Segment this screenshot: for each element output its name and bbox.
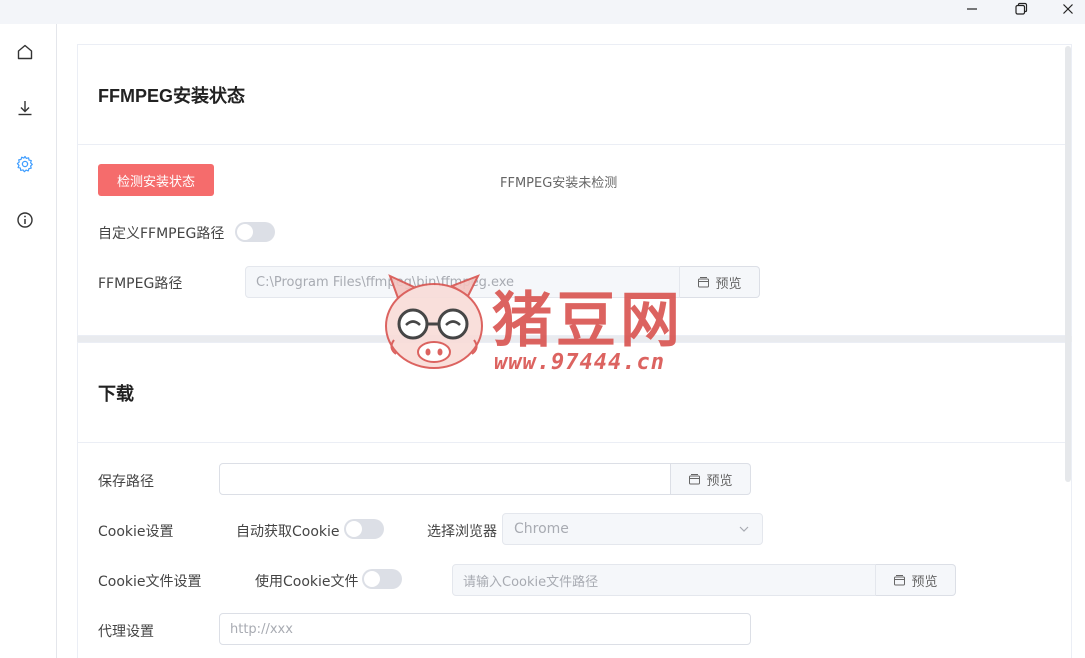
download-icon[interactable] — [14, 97, 36, 119]
folder-icon — [698, 276, 710, 287]
restore-icon[interactable] — [1001, 0, 1041, 18]
browser-select-label: 选择浏览器 — [427, 524, 497, 540]
close-icon[interactable] — [1048, 0, 1085, 18]
cookie-file-label: Cookie文件设置 — [98, 574, 202, 590]
use-cookie-file-label: 使用Cookie文件 — [255, 574, 359, 590]
proxy-input[interactable]: http://xxx — [219, 613, 751, 645]
cookie-browse-button[interactable]: 预览 — [876, 564, 956, 596]
save-path-group: 预览 — [219, 463, 751, 495]
info-icon[interactable] — [14, 209, 36, 231]
auto-cookie-label: 自动获取Cookie — [236, 524, 340, 540]
use-cookie-file-switch[interactable] — [362, 569, 402, 589]
save-browse-label: 预览 — [706, 473, 733, 489]
scrollbar[interactable] — [1065, 46, 1071, 482]
browser-select-value: Chrome — [514, 521, 569, 537]
gear-icon[interactable] — [14, 153, 36, 175]
custom-path-label: 自定义FFMPEG路径 — [98, 226, 225, 242]
chevron-down-icon — [739, 526, 749, 532]
cookie-browse-label: 预览 — [911, 574, 938, 590]
ffmpeg-path-label: FFMPEG路径 — [98, 276, 183, 292]
download-section-title: 下载 — [98, 383, 134, 404]
folder-icon — [894, 574, 906, 585]
save-path-label: 保存路径 — [98, 474, 154, 490]
title-bar — [0, 0, 1085, 24]
save-path-input[interactable] — [219, 463, 671, 495]
ffmpeg-path-input[interactable]: C:\Program Files\ffmpeg\bin\ffmpeg.exe — [245, 266, 680, 298]
proxy-label: 代理设置 — [98, 624, 154, 640]
ffmpeg-card-header: FFMPEG安装状态 — [78, 45, 1071, 145]
install-status-text: FFMPEG安装未检测 — [500, 176, 618, 191]
cookie-file-group: 请输入Cookie文件路径 预览 — [452, 564, 956, 596]
cookie-settings-label: Cookie设置 — [98, 524, 174, 540]
ffmpeg-browse-button[interactable]: 预览 — [680, 266, 760, 298]
ffmpeg-browse-label: 预览 — [715, 276, 742, 292]
ffmpeg-path-group: C:\Program Files\ffmpeg\bin\ffmpeg.exe 预… — [245, 266, 760, 298]
settings-content: FFMPEG安装状态 检测安装状态 FFMPEG安装未检测 自定义FFMPEG路… — [57, 24, 1085, 658]
minimize-icon[interactable] — [952, 0, 992, 18]
ffmpeg-section-title: FFMPEG安装状态 — [98, 85, 245, 106]
custom-path-switch[interactable] — [235, 222, 275, 242]
check-install-button[interactable]: 检测安装状态 — [98, 164, 214, 196]
folder-icon — [689, 473, 701, 484]
download-card: 下载 — [77, 342, 1072, 658]
save-browse-button[interactable]: 预览 — [671, 463, 751, 495]
home-icon[interactable] — [14, 41, 36, 63]
browser-select[interactable]: Chrome — [502, 513, 763, 545]
download-card-header: 下载 — [78, 343, 1071, 443]
auto-cookie-switch[interactable] — [344, 519, 384, 539]
sidebar — [0, 24, 57, 658]
cookie-file-input[interactable]: 请输入Cookie文件路径 — [452, 564, 876, 596]
